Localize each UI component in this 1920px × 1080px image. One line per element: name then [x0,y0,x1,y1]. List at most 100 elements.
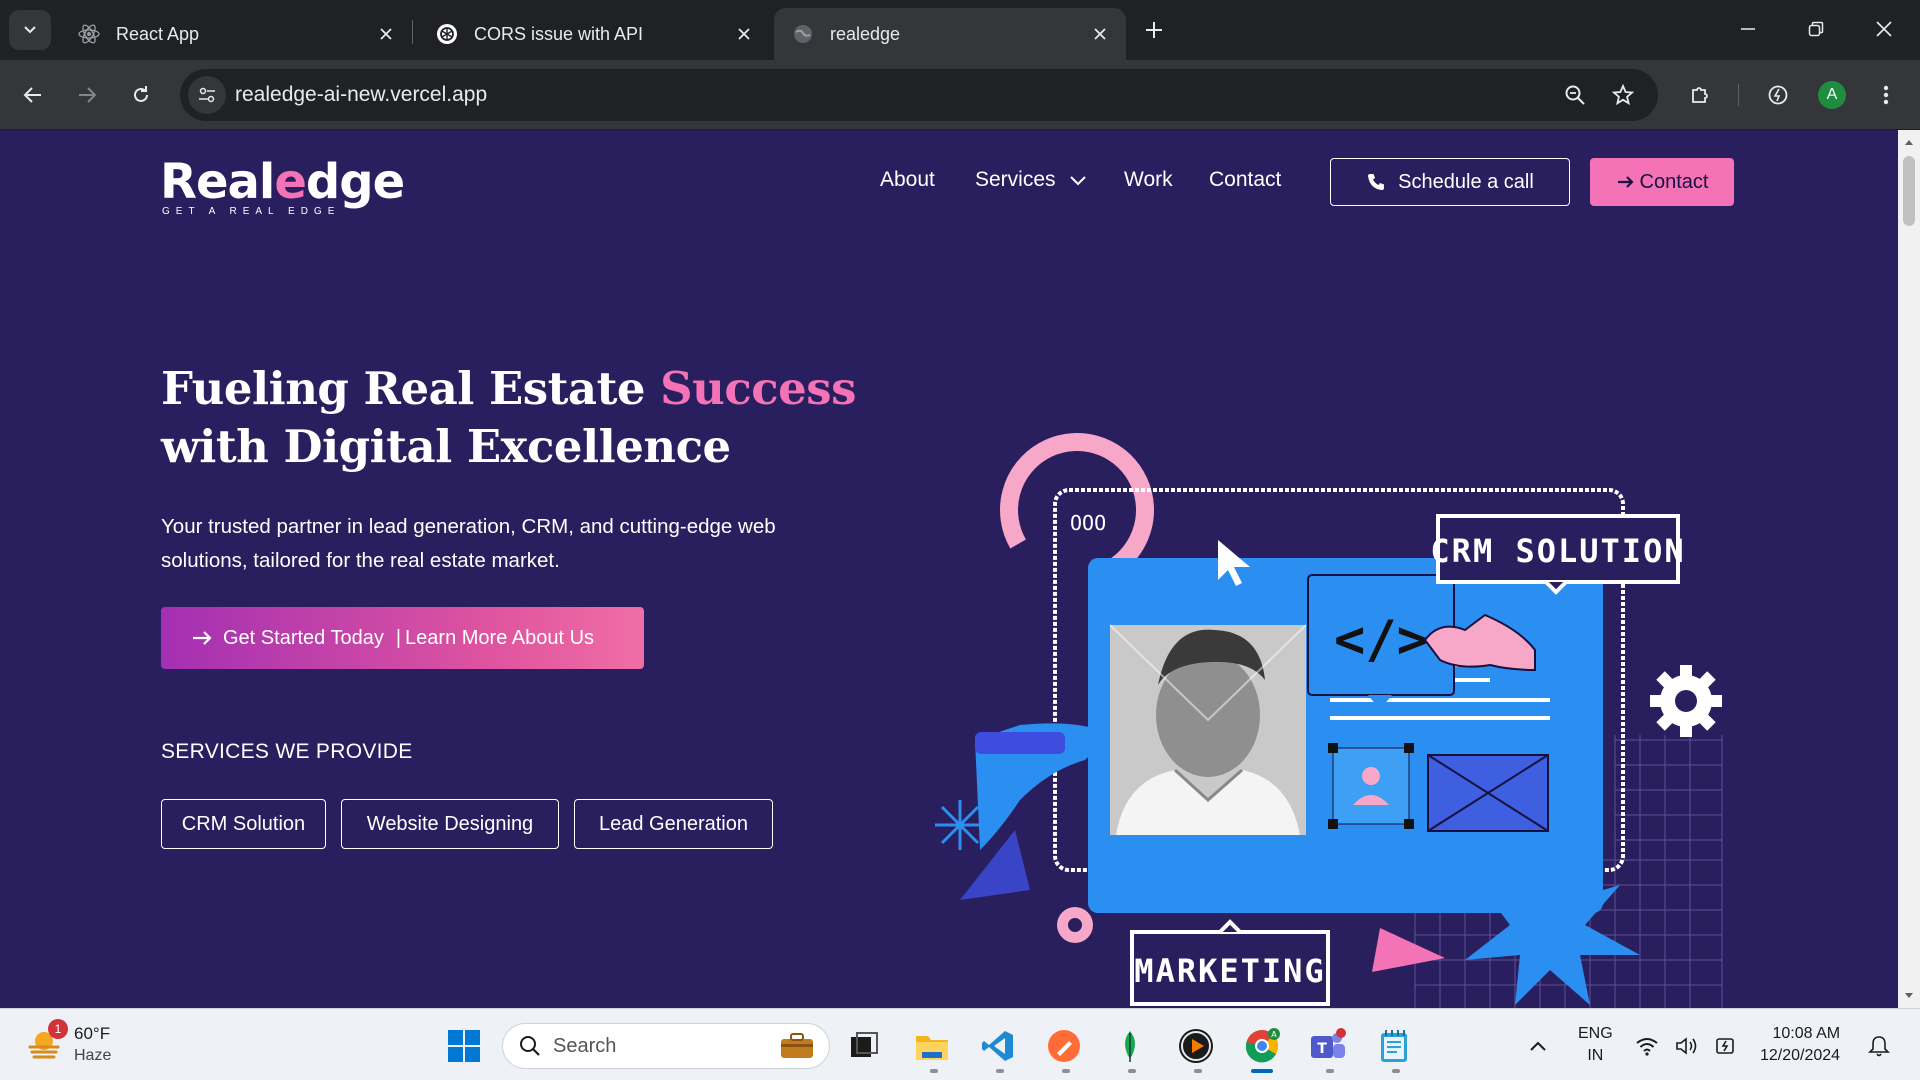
task-view-button[interactable] [843,1025,885,1067]
nav-contact[interactable]: Contact [1209,168,1281,192]
scrollbar-thumb[interactable] [1903,156,1915,226]
chevron-down-icon [1069,176,1086,186]
weather-temp: 60°F [74,1024,111,1043]
close-icon[interactable] [1088,22,1112,46]
chrome-icon: A [1245,1028,1280,1063]
person-head-shape [1156,653,1260,777]
folder-icon [916,1036,948,1060]
app-running-indicator [1128,1069,1136,1073]
service-chip-lead[interactable]: Lead Generation [574,799,773,849]
forward-button[interactable] [69,77,105,113]
avatar-placeholder-shape [1332,747,1410,825]
briefcase-icon [781,1033,813,1058]
app-running-indicator [996,1069,1004,1073]
postman-icon [1048,1030,1080,1062]
cta-button[interactable]: Get Started Today | Learn More About Us [161,607,644,669]
page-scrollbar[interactable] [1898,130,1920,1008]
tab-title: React App [116,23,200,44]
profile-button[interactable]: A [1814,77,1850,113]
tab-realedge[interactable]: realedge [774,8,1126,60]
page-viewport: Realedge GET A REAL EDGE About Services … [0,130,1898,1008]
service-chip-website[interactable]: Website Designing [341,799,559,849]
address-bar[interactable]: realedge-ai-new.vercel.app [180,69,1658,121]
media-player-button[interactable] [1175,1025,1217,1067]
phone-icon [1368,174,1385,190]
hero-headline: Fueling Real Estate Success with Digital… [161,362,856,473]
openai-icon [436,23,458,45]
tab-separator [412,20,413,44]
vscode-button[interactable] [977,1025,1019,1067]
globe-icon [792,23,814,45]
marketing-label-text: MARKETING [1134,952,1325,990]
restore-button[interactable] [1788,8,1844,50]
clock-time: 10:08 AM [1772,1025,1841,1042]
taskbar-search[interactable]: Search [502,1023,830,1069]
app-running-indicator [1392,1069,1400,1073]
teams-button[interactable]: T [1307,1025,1349,1067]
notepad-icon [1381,1030,1407,1062]
tune-icon [199,87,215,103]
close-window-button[interactable] [1856,8,1912,50]
nav-services[interactable]: Services [975,168,1088,192]
tab-search-button[interactable] [9,10,51,50]
wifi-icon[interactable] [1630,1025,1664,1067]
app-running-indicator [930,1069,938,1073]
arrow-left-icon [23,87,41,103]
tab-cors-issue[interactable]: CORS issue with API [418,8,770,60]
tab-react-app[interactable]: React App [60,8,412,60]
headline-highlight: Success [660,362,856,415]
avatar: A [1818,81,1846,109]
new-tab-button[interactable] [1140,16,1168,44]
more-vert-icon [1883,85,1889,105]
bookmark-star-icon[interactable] [1610,82,1636,108]
scroll-up-arrow-icon[interactable] [1903,136,1915,148]
search-placeholder: Search [553,1034,617,1057]
service-chip-crm[interactable]: CRM Solution [161,799,326,849]
site-settings-button[interactable] [188,76,226,114]
back-button[interactable] [15,77,51,113]
minimize-icon [1741,28,1755,30]
chrome-button[interactable]: A [1241,1025,1283,1067]
reload-button[interactable] [123,77,159,113]
file-explorer-button[interactable] [911,1025,953,1067]
notepad-button[interactable] [1373,1025,1415,1067]
language-region: IN [1587,1047,1604,1064]
url-text[interactable]: realedge-ai-new.vercel.app [235,83,487,107]
schedule-call-button[interactable]: Schedule a call [1330,158,1570,206]
extensions-button[interactable] [1682,77,1718,113]
schedule-call-label: Schedule a call [1398,170,1534,193]
weather-widget[interactable]: 60°F Haze [26,1023,111,1067]
system-clock[interactable]: 10:08 AM 12/20/2024 [1760,1023,1840,1067]
close-icon[interactable] [732,22,756,46]
close-icon [1876,21,1892,37]
puzzle-icon [1692,87,1708,103]
nav-work[interactable]: Work [1124,168,1173,192]
leaf-icon [1125,1031,1135,1062]
menu-button[interactable] [1868,77,1904,113]
react-icon [78,23,100,45]
logo-tagline: GET A REAL EDGE [162,206,341,217]
speedometer-icon [1768,85,1788,105]
postman-button[interactable] [1043,1025,1085,1067]
volume-icon[interactable] [1670,1025,1704,1067]
battery-icon[interactable] [1708,1025,1742,1067]
nav-about[interactable]: About [880,168,935,192]
reload-icon [134,86,148,102]
realedge-logo[interactable]: Realedge GET A REAL EDGE [160,156,405,217]
windows-start-button[interactable] [443,1025,485,1067]
scroll-down-arrow-icon[interactable] [1903,990,1915,1002]
browser-toolbar: realedge-ai-new.vercel.app A [0,60,1920,130]
contact-button[interactable]: Contact [1590,158,1734,206]
performance-button[interactable] [1760,77,1796,113]
tray-overflow-button[interactable] [1518,1025,1558,1067]
crm-label-text: CRM SOLUTION [1430,532,1685,570]
zoom-icon[interactable] [1562,82,1588,108]
windows-taskbar: 60°F Haze 1 Search A T ENG IN 10:08 AM 1… [0,1008,1920,1080]
browser-tab-bar: React App CORS issue with API realedge [0,0,1920,60]
mongodb-button[interactable] [1109,1025,1151,1067]
close-icon[interactable] [374,22,398,46]
language-indicator[interactable]: ENG IN [1578,1023,1613,1067]
notification-center-button[interactable] [1862,1025,1896,1067]
gear-icon [1650,665,1722,737]
minimize-button[interactable] [1720,8,1776,50]
